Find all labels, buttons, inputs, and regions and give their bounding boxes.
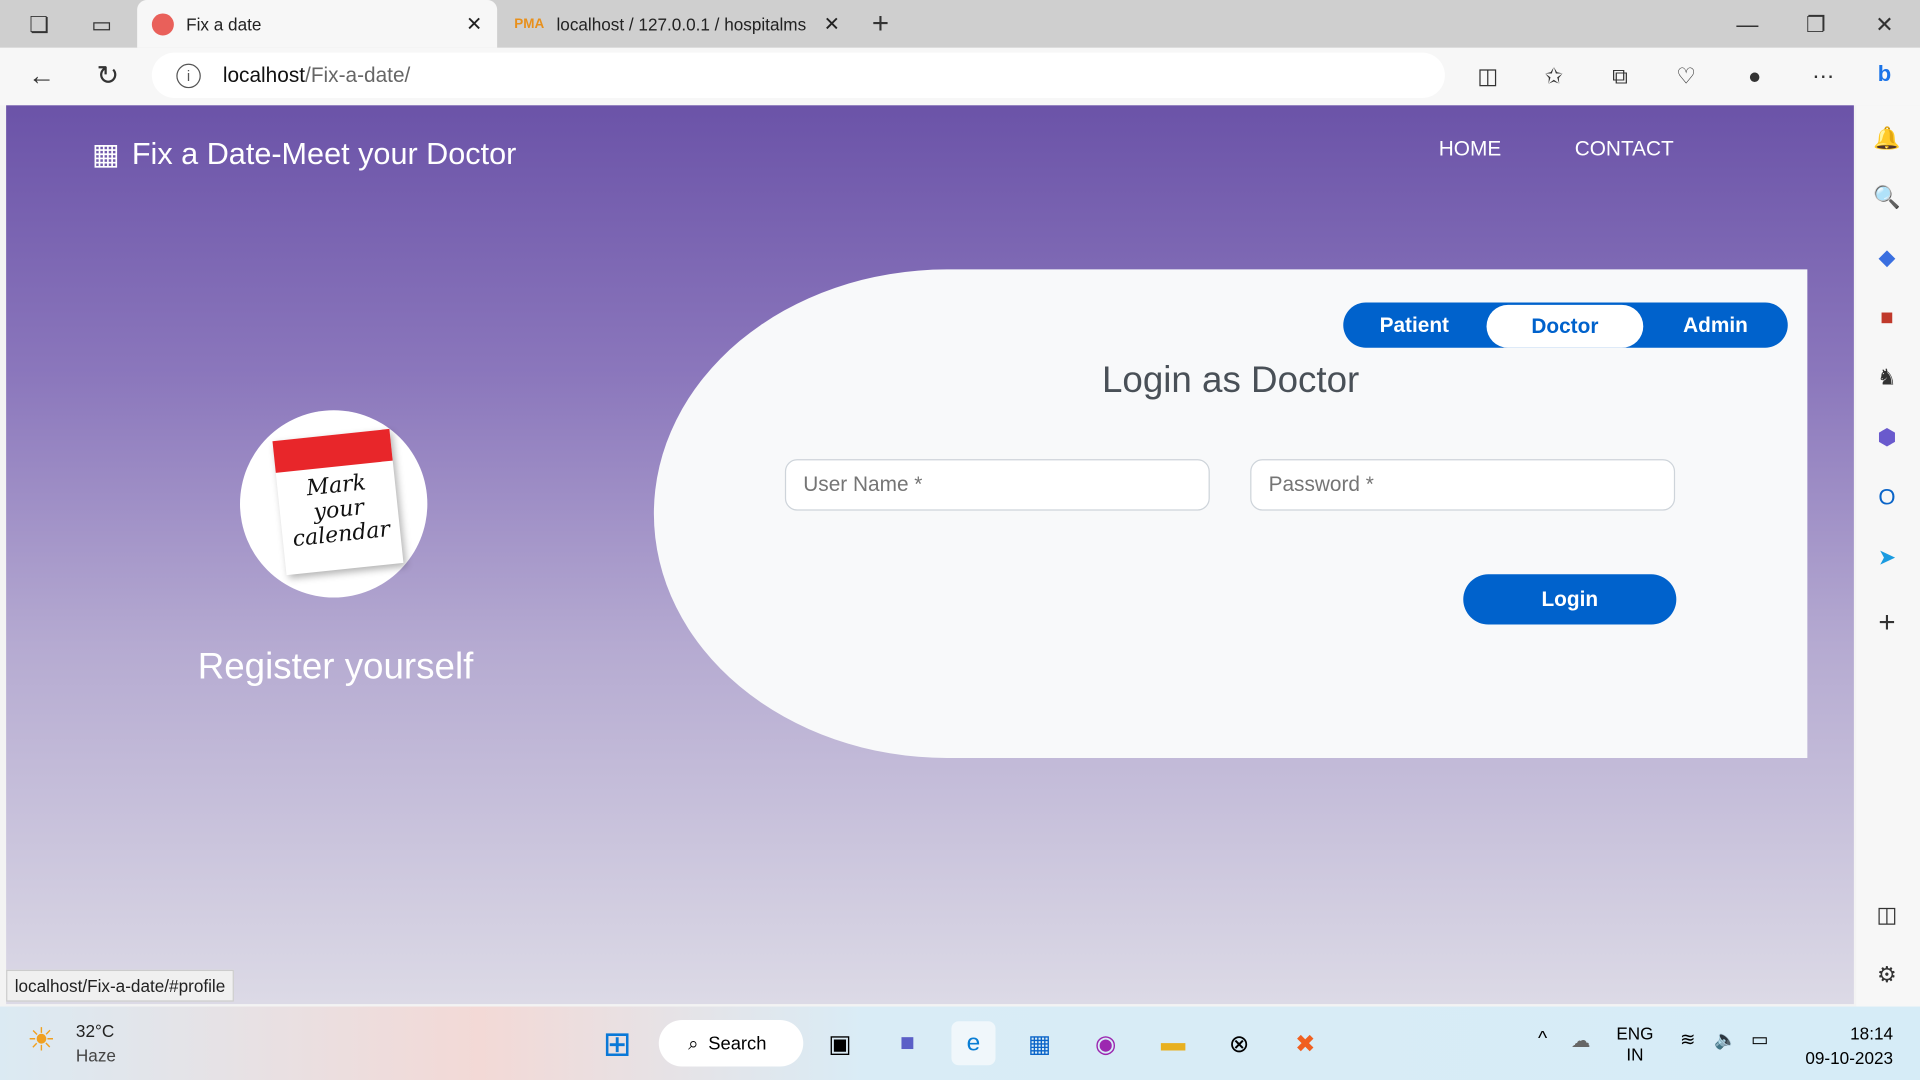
tab-fix-a-date[interactable]: Fix a date ✕ xyxy=(137,0,498,48)
lang: ENG xyxy=(1616,1023,1654,1044)
store-icon[interactable]: ▦ xyxy=(1018,1021,1062,1065)
restore-icon[interactable]: ❐ xyxy=(1798,6,1835,43)
show-hidden-icons[interactable]: ^ xyxy=(1538,1029,1547,1051)
back-icon[interactable]: ← xyxy=(23,58,60,95)
calendar-text: Mark your calendar xyxy=(291,469,392,553)
nav-home[interactable]: HOME xyxy=(1439,137,1501,161)
send-icon[interactable]: ➤ xyxy=(1869,539,1906,576)
start-icon[interactable]: ⊞ xyxy=(595,1021,639,1065)
region: IN xyxy=(1626,1044,1644,1065)
brand[interactable]: ▦ Fix a Date-Meet your Doctor xyxy=(92,137,517,173)
language-indicator[interactable]: ENG IN xyxy=(1616,1024,1653,1066)
workspaces-icon[interactable]: ❏ xyxy=(21,6,58,43)
nav-contact[interactable]: CONTACT xyxy=(1575,137,1674,161)
split-screen-icon[interactable]: ◫ xyxy=(1469,58,1506,95)
role-toggle: Patient Doctor Admin xyxy=(1343,302,1788,348)
minimize-icon[interactable]: — xyxy=(1729,6,1766,43)
edge-icon[interactable]: e xyxy=(951,1021,996,1066)
pma-favicon-icon: PMA xyxy=(514,16,545,32)
onedrive-icon[interactable]: ☁ xyxy=(1571,1029,1591,1053)
vertical-tabs-icon[interactable]: ▭ xyxy=(83,6,120,43)
outlook-icon[interactable]: O xyxy=(1869,479,1906,516)
url-host: localhost xyxy=(222,63,306,87)
role-doctor[interactable]: Doctor xyxy=(1486,304,1644,348)
collections-icon[interactable]: ⧉ xyxy=(1602,58,1639,95)
tools-icon[interactable]: ■ xyxy=(1869,299,1906,336)
login-card: Patient Doctor Admin Login as Doctor Log… xyxy=(653,269,1808,758)
status-bar-url: localhost/Fix-a-date/#profile xyxy=(6,969,234,1002)
url-path: /Fix-a-date/ xyxy=(305,63,411,87)
brand-title: Fix a Date-Meet your Doctor xyxy=(131,137,517,172)
calendar-image: Mark your calendar xyxy=(240,410,428,598)
search-label: Search xyxy=(708,1032,767,1054)
more-menu-icon[interactable]: ⋯ xyxy=(1805,58,1842,95)
site-info-icon[interactable]: i xyxy=(176,63,201,88)
xbox-icon[interactable]: ⊗ xyxy=(1217,1021,1261,1065)
close-window-icon[interactable]: ✕ xyxy=(1866,6,1903,43)
copilot-icon[interactable]: b xyxy=(1866,55,1903,92)
battery-icon[interactable]: ▭ xyxy=(1751,1029,1768,1051)
web-page: ▦ Fix a Date-Meet your Doctor HOME CONTA… xyxy=(6,105,1854,1005)
tab-label: localhost / 127.0.0.1 / hospitalms xyxy=(556,14,807,34)
weather-desc: Haze xyxy=(75,1045,116,1066)
close-tab-icon[interactable]: ✕ xyxy=(824,12,840,36)
shopping-icon[interactable]: ◆ xyxy=(1869,239,1906,276)
register-link[interactable]: Register yourself xyxy=(190,644,481,691)
teams-icon[interactable]: ■ xyxy=(885,1021,929,1065)
hospital-icon: ▦ xyxy=(91,138,120,172)
new-tab-icon[interactable]: + xyxy=(862,6,899,43)
clock[interactable]: 18:14 09-10-2023 xyxy=(1795,1021,1893,1070)
task-view-icon[interactable]: ▣ xyxy=(818,1021,862,1065)
weather-temp[interactable]: 32°C xyxy=(76,1021,114,1041)
office-icon[interactable]: ⬢ xyxy=(1869,419,1906,456)
taskbar-search[interactable]: ⌕ Search xyxy=(658,1020,804,1067)
file-explorer-icon[interactable]: ▬ xyxy=(1151,1021,1195,1065)
close-tab-icon[interactable]: ✕ xyxy=(466,12,482,36)
role-patient[interactable]: Patient xyxy=(1343,302,1485,347)
volume-icon[interactable]: 🔈 xyxy=(1714,1029,1737,1051)
tab-bar: ❏ ▭ Fix a date ✕ PMA localhost / 127.0.0… xyxy=(0,0,1920,48)
login-title: Login as Doctor xyxy=(1101,360,1360,401)
xampp-icon[interactable]: ✖ xyxy=(1283,1021,1327,1065)
favorites-icon[interactable]: ✩ xyxy=(1536,58,1573,95)
taskbar: ☀ 32°C Haze ⊞ ⌕ Search ▣ ■ e ▦ ◉ ▬ ⊗ ✖ ^ … xyxy=(0,1006,1920,1080)
refresh-icon[interactable]: ↻ xyxy=(89,58,126,95)
tab-phpmyadmin[interactable]: PMA localhost / 127.0.0.1 / hospitalms ✕ xyxy=(500,0,855,48)
date: 09-10-2023 xyxy=(1805,1048,1894,1068)
profile-icon[interactable]: ● xyxy=(1736,58,1773,95)
wifi-icon[interactable]: ≋ xyxy=(1680,1029,1695,1051)
role-admin[interactable]: Admin xyxy=(1643,302,1787,347)
notifications-icon[interactable]: 🔔 xyxy=(1869,120,1906,157)
search-icon: ⌕ xyxy=(688,1032,699,1054)
settings-icon[interactable]: ⚙ xyxy=(1869,956,1906,993)
search-sidebar-icon[interactable]: 🔍 xyxy=(1869,179,1906,216)
add-sidebar-icon[interactable]: + xyxy=(1869,605,1906,642)
time: 18:14 xyxy=(1850,1023,1894,1044)
hide-sidebar-icon[interactable]: ◫ xyxy=(1869,896,1906,933)
username-input[interactable] xyxy=(784,459,1210,511)
app-icon[interactable]: ◉ xyxy=(1084,1021,1128,1065)
edge-sidebar: 🔔 🔍 ◆ ■ ♞ ⬢ O ➤ + ◫ ⚙ xyxy=(1856,105,1920,1007)
tab-label: Fix a date xyxy=(186,14,262,34)
address-bar[interactable]: i localhost/Fix-a-date/ xyxy=(151,52,1445,98)
games-icon[interactable]: ♞ xyxy=(1869,359,1906,396)
login-button[interactable]: Login xyxy=(1463,574,1677,625)
weather-icon[interactable]: ☀ xyxy=(27,1021,56,1059)
browser-essentials-icon[interactable]: ♡ xyxy=(1668,58,1705,95)
password-input[interactable] xyxy=(1250,459,1676,511)
hospital-favicon-icon xyxy=(151,12,174,35)
